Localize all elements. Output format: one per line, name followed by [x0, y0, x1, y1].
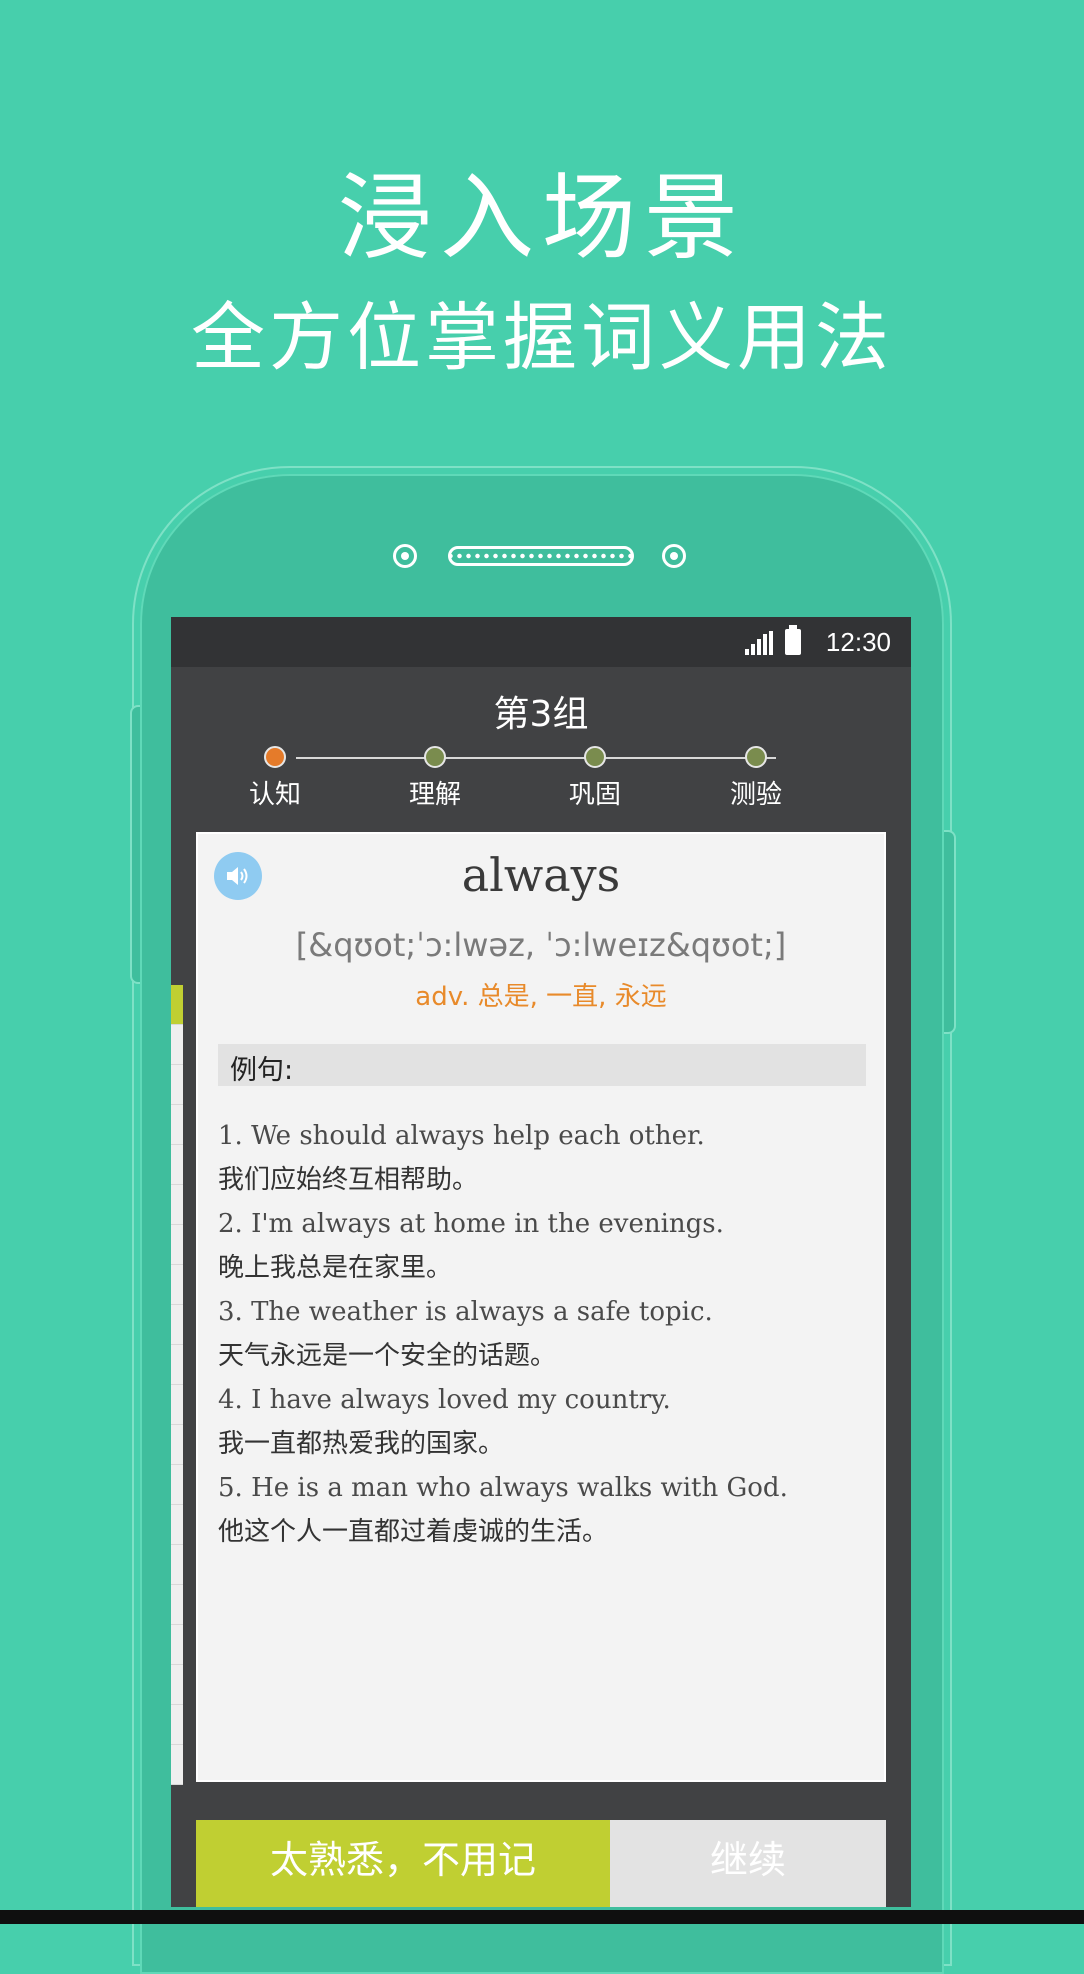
example-item: 1. We should always help each other. 我们应…: [218, 1114, 858, 1202]
example-zh: 我一直都热爱我的国家。: [218, 1429, 505, 1459]
phonetic: [&qʊot;ˈɔ:lwəz, ˈɔ:lweɪz&qʊot;]: [295, 926, 787, 964]
example-header: 例句:: [218, 1044, 866, 1086]
step-dot: [745, 746, 767, 768]
word-title: always: [461, 848, 621, 902]
phone-screen: 12:30 第3组 认知 理解 巩固 测验 always [&qʊot;ˈɔ:l…: [171, 617, 911, 1907]
step-understanding[interactable]: 理解: [375, 746, 495, 811]
step-dot: [264, 746, 286, 768]
example-en: 2. I'm always at home in the evenings.: [218, 1209, 724, 1239]
step-cognition[interactable]: 认知: [215, 746, 335, 811]
step-quiz[interactable]: 测验: [696, 746, 816, 811]
example-list: 1. We should always help each other. 我们应…: [218, 1114, 858, 1554]
too-familiar-button[interactable]: 太熟悉，不用记: [196, 1820, 610, 1907]
step-dot: [424, 746, 446, 768]
status-time: 12:30: [825, 627, 891, 657]
example-zh: 晚上我总是在家里。: [218, 1253, 453, 1283]
example-en: 3. The weather is always a safe topic.: [218, 1297, 713, 1327]
example-item: 2. I'm always at home in the evenings. 晚…: [218, 1202, 858, 1290]
front-camera-icon: [393, 544, 417, 568]
signal-icon: [745, 631, 773, 655]
word-meaning: adv. 总是, 一直, 永远: [415, 982, 667, 1012]
example-en: 1. We should always help each other.: [218, 1121, 705, 1151]
promo-subtitle: 全方位掌握词义用法: [191, 295, 893, 381]
example-zh: 他这个人一直都过着虔诚的生活。: [218, 1517, 609, 1547]
step-label: 测验: [729, 780, 782, 810]
earpiece-speaker: [448, 546, 634, 566]
action-bar: 太熟悉，不用记 继续: [196, 1820, 886, 1907]
example-header-label: 例句:: [230, 1055, 294, 1086]
group-title: 第3组: [493, 694, 589, 735]
status-bar: 12:30: [171, 617, 911, 667]
step-dot: [584, 746, 606, 768]
example-zh: 我们应始终互相帮助。: [218, 1165, 479, 1195]
promo-title: 浸入场景: [337, 164, 746, 273]
word-card: always [&qʊot;ˈɔ:lwəz, ˈɔ:lweɪz&qʊot;] a…: [196, 832, 886, 1782]
sensor-icon: [662, 544, 686, 568]
step-consolidate[interactable]: 巩固: [535, 746, 655, 811]
example-item: 5. He is a man who always walks with God…: [218, 1466, 858, 1554]
step-label: 认知: [248, 780, 301, 810]
step-label: 巩固: [568, 780, 621, 810]
example-item: 3. The weather is always a safe topic. 天…: [218, 1290, 858, 1378]
phone-power-button: [942, 830, 956, 1034]
example-en: 5. He is a man who always walks with God…: [218, 1473, 788, 1503]
stacked-cards-edge: [171, 985, 183, 1785]
battery-icon: [785, 625, 801, 655]
step-label: 理解: [408, 780, 461, 810]
example-en: 4. I have always loved my country.: [218, 1385, 671, 1415]
example-item: 4. I have always loved my country. 我一直都热…: [218, 1378, 858, 1466]
bottom-edge: [0, 1910, 1084, 1924]
continue-button[interactable]: 继续: [610, 1820, 886, 1907]
example-zh: 天气永远是一个安全的话题。: [218, 1341, 557, 1371]
